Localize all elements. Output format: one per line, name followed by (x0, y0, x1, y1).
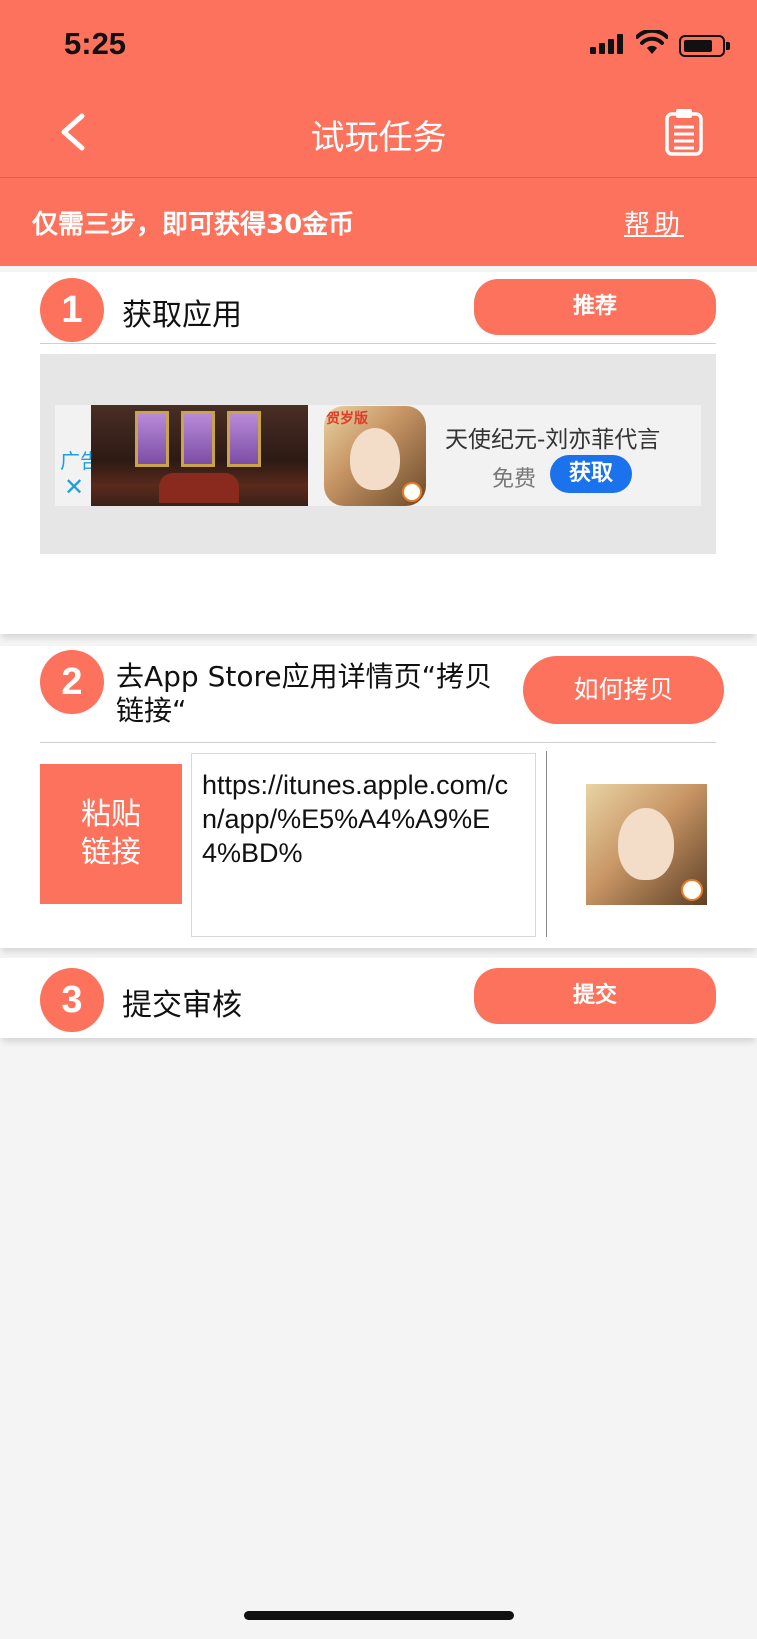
vertical-separator (546, 751, 547, 937)
help-link[interactable]: 帮助 (624, 204, 684, 241)
link-input[interactable]: https://itunes.apple.com/cn/app/%E5%A4%A… (191, 753, 536, 937)
clipboard-icon[interactable] (664, 108, 704, 156)
battery-icon (679, 35, 730, 57)
step-3-label: 提交审核 (122, 988, 242, 1023)
step-3-card: 3 提交审核 提交 (0, 958, 757, 1038)
step-1-divider (40, 343, 716, 344)
status-time: 5:25 (64, 26, 127, 61)
step-2-divider (40, 742, 716, 743)
step-2-card: 2 去App Store应用详情页“拷贝链接“ 如何拷贝 粘贴链接 https:… (0, 646, 757, 948)
step-1-number: 1 (40, 278, 104, 342)
promo-text: 仅需三步，即可获得30金币 (32, 210, 355, 240)
wifi-icon (636, 30, 668, 54)
ad-close-icon[interactable]: ✕ (64, 473, 84, 501)
app-thumbnail (586, 784, 707, 905)
page-title: 试玩任务 (310, 118, 447, 158)
ad-app-icon-tag: 贺岁版 (326, 411, 368, 427)
ad-app-name: 天使纪元-刘亦菲代言 (445, 427, 661, 453)
ad-game-image (91, 405, 308, 506)
ad-area: 广告 ✕ 贺岁版 天使纪元-刘亦菲代言 免费 获取 (40, 354, 716, 554)
hand-badge-icon (402, 482, 422, 502)
promo-strip: 仅需三步，即可获得30金币 帮助 (0, 178, 757, 266)
ad-price-label: 免费 (492, 467, 537, 492)
paste-link-button[interactable]: 粘贴链接 (40, 764, 182, 904)
step-2-number: 2 (40, 650, 104, 714)
step-2-label: 去App Store应用详情页“拷贝链接“ (116, 660, 493, 727)
step-3-number: 3 (40, 968, 104, 1032)
step-1-card: 1 获取应用 推荐 广告 ✕ 贺岁版 天使纪元-刘亦菲代言 免费 获取 (0, 272, 757, 634)
ad-banner[interactable]: 广告 ✕ 贺岁版 天使纪元-刘亦菲代言 免费 获取 (55, 405, 701, 506)
top-bar: 5:25 试玩任务 (0, 0, 757, 178)
hand-badge-icon (681, 879, 703, 901)
ad-get-button[interactable]: 获取 (550, 455, 632, 493)
how-to-copy-button[interactable]: 如何拷贝 (523, 656, 724, 724)
ad-app-icon: 贺岁版 (324, 406, 426, 506)
home-indicator[interactable] (244, 1611, 514, 1620)
step-1-label: 获取应用 (122, 298, 242, 333)
paste-link-label: 粘贴链接 (81, 797, 141, 870)
cellular-signal-icon (590, 34, 624, 54)
recommend-button[interactable]: 推荐 (474, 279, 716, 335)
submit-button[interactable]: 提交 (474, 968, 716, 1024)
